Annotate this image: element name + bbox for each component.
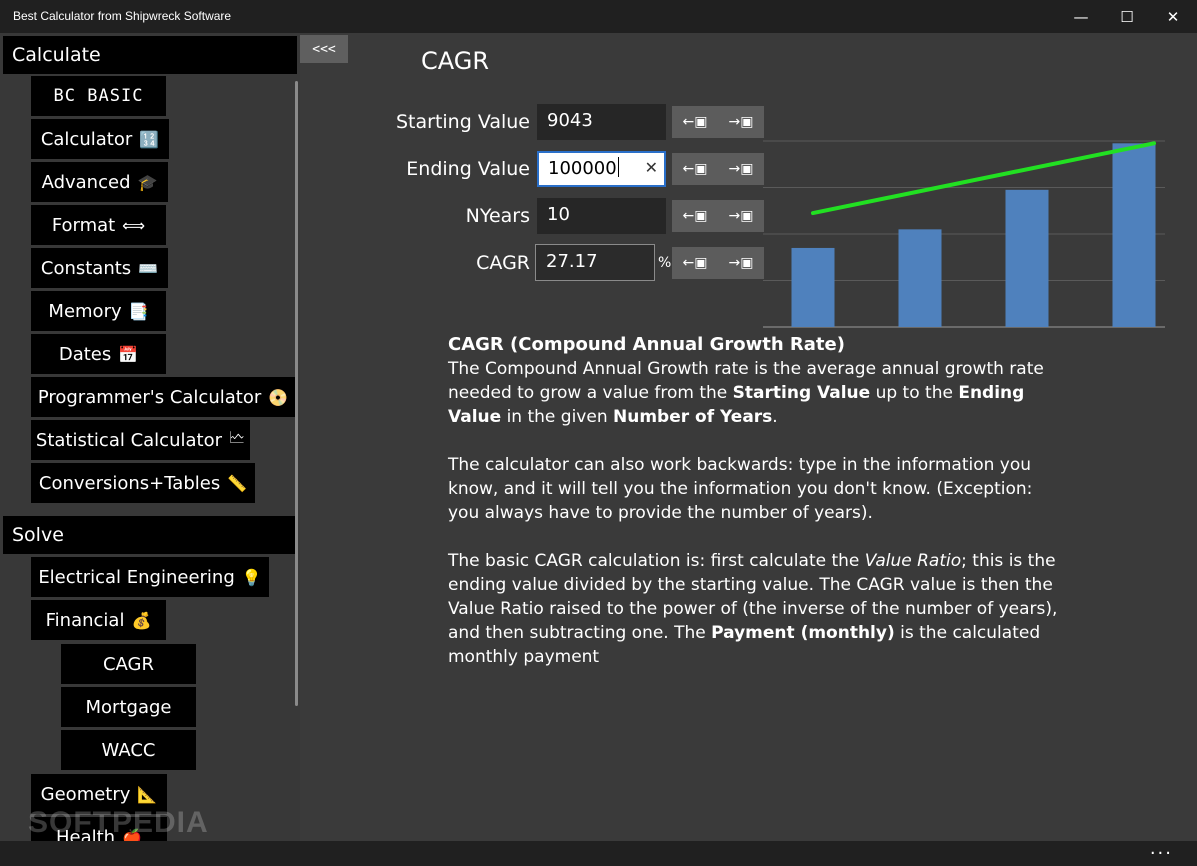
- sidebar-item-label: WACC: [101, 739, 156, 761]
- calculator-icon: 🔢: [139, 129, 160, 149]
- sidebar-item-statistical-calculator[interactable]: Statistical Calculator 🗠: [31, 420, 250, 460]
- sidebar-item-format[interactable]: Format ⟺: [31, 205, 166, 245]
- description-emphasis: Starting Value: [732, 383, 871, 403]
- cagr-move-left-button[interactable]: ←▣: [672, 247, 718, 279]
- light-bulb-icon: 💡: [241, 567, 262, 587]
- graduation-cap-icon: 🎓: [137, 172, 158, 192]
- nyears-move-right-button[interactable]: →▣: [718, 200, 764, 232]
- description-emphasis: Number of Years: [613, 407, 773, 427]
- sidebar-item-label: Format: [51, 214, 116, 236]
- page-title: CAGR: [421, 47, 490, 75]
- sidebar-item-calculator[interactable]: Calculator 🔢: [31, 119, 169, 159]
- sidebar-item-label: Mortgage: [85, 696, 172, 718]
- chart-icon: 🗠: [229, 427, 246, 447]
- description-text: The basic CAGR calculation is: first cal…: [448, 551, 865, 571]
- sidebar-item-bc-basic[interactable]: BC BASIC: [31, 76, 166, 116]
- sidebar-item-mortgage[interactable]: Mortgage: [61, 687, 196, 727]
- sidebar-item-advanced[interactable]: Advanced 🎓: [31, 162, 168, 202]
- sidebar-scrollbar[interactable]: [295, 81, 298, 706]
- ending-value-move-right-button[interactable]: →▣: [718, 153, 764, 185]
- sidebar-item-label: Geometry: [40, 783, 131, 805]
- sidebar-item-label: Advanced: [41, 171, 131, 193]
- softpedia-watermark: SOFTPEDIA: [28, 806, 209, 839]
- sidebar-item-wacc[interactable]: WACC: [61, 730, 196, 770]
- sidebar-item-label: BC BASIC: [53, 86, 144, 106]
- chart-bar: [898, 229, 942, 327]
- sidebar-item-label: Financial: [45, 609, 125, 631]
- sidebar-item-memory[interactable]: Memory 📑: [31, 291, 166, 331]
- growth-chart: [763, 140, 1165, 328]
- ending-value-move-left-button[interactable]: ←▣: [672, 153, 718, 185]
- sidebar-item-label: CAGR: [102, 653, 155, 675]
- clear-icon[interactable]: ✕: [645, 158, 658, 177]
- calendar-icon: 📅: [118, 344, 139, 364]
- sidebar: Calculate BC BASIC Calculator 🔢 Advanced…: [0, 33, 300, 841]
- money-bag-icon: 💰: [131, 610, 152, 630]
- maximize-button[interactable]: ☐: [1104, 0, 1150, 33]
- sidebar-item-label: Electrical Engineering: [38, 566, 235, 588]
- bookmark-tabs-icon: 📑: [128, 301, 149, 321]
- ending-value-text: 100000: [548, 158, 617, 179]
- starting-value-move-left-button[interactable]: ←▣: [672, 106, 718, 138]
- sidebar-item-label: Statistical Calculator: [35, 429, 222, 451]
- description-text: .: [772, 407, 778, 427]
- collapse-sidebar-button[interactable]: <<<: [300, 35, 348, 63]
- sidebar-item-label: Calculator: [40, 128, 133, 150]
- minimize-button[interactable]: —: [1058, 0, 1104, 33]
- cagr-label: CAGR: [476, 252, 530, 274]
- sidebar-item-label: Conversions+Tables: [38, 472, 221, 494]
- starting-value-label: Starting Value: [395, 111, 530, 133]
- text-caret: [617, 157, 619, 177]
- bottom-bar: ···: [0, 841, 1197, 866]
- sidebar-item-conversions-tables[interactable]: Conversions+Tables 📏: [31, 463, 255, 503]
- ending-value-label: Ending Value: [406, 158, 530, 180]
- sidebar-item-label: Memory: [48, 300, 122, 322]
- description-heading: CAGR (Compound Annual Growth Rate): [448, 334, 845, 355]
- description-italic: Value Ratio: [864, 551, 962, 571]
- ruler-icon: 📏: [227, 473, 248, 493]
- trend-line: [811, 141, 1156, 216]
- sidebar-item-programmers-calculator[interactable]: Programmer's Calculator 📀: [31, 377, 295, 417]
- sidebar-item-electrical-engineering[interactable]: Electrical Engineering 💡: [31, 557, 269, 597]
- percent-unit: %: [658, 255, 672, 271]
- chart-bar: [791, 247, 835, 327]
- cagr-move-right-button[interactable]: →▣: [718, 247, 764, 279]
- sidebar-item-label: Programmer's Calculator: [37, 386, 262, 408]
- sidebar-item-label: Constants: [40, 257, 132, 279]
- disc-icon: 📀: [268, 387, 289, 407]
- sidebar-item-label: Dates: [58, 343, 112, 365]
- chart-bar: [1112, 143, 1156, 327]
- triangle-ruler-icon: 📐: [137, 784, 158, 804]
- section-calculate[interactable]: Calculate: [3, 36, 297, 74]
- nyears-move-left-button[interactable]: ←▣: [672, 200, 718, 232]
- sidebar-item-dates[interactable]: Dates 📅: [31, 334, 166, 374]
- nyears-label: NYears: [465, 205, 530, 227]
- double-arrow-icon: ⟺: [122, 215, 146, 235]
- starting-value-field[interactable]: 9043: [537, 104, 666, 140]
- description-text: in the given: [501, 407, 613, 427]
- nyears-field[interactable]: 10: [537, 198, 666, 234]
- title-bar: Best Calculator from Shipwreck Software …: [0, 0, 1197, 33]
- description-text: up to the: [870, 383, 959, 403]
- description-paragraph: The calculator can also work backwards: …: [448, 455, 1033, 523]
- description: CAGR (Compound Annual Growth Rate) The C…: [448, 333, 1058, 693]
- section-solve[interactable]: Solve: [3, 516, 297, 554]
- starting-value-move-right-button[interactable]: →▣: [718, 106, 764, 138]
- sidebar-item-financial[interactable]: Financial 💰: [31, 600, 166, 640]
- sidebar-item-cagr[interactable]: CAGR: [61, 644, 196, 684]
- description-emphasis: Payment (monthly): [711, 623, 895, 643]
- keyboard-icon: ⌨️: [138, 258, 159, 278]
- close-button[interactable]: ✕: [1150, 0, 1196, 33]
- more-options-icon[interactable]: ···: [1150, 843, 1173, 864]
- chart-bar: [1005, 189, 1049, 327]
- sidebar-item-constants[interactable]: Constants ⌨️: [31, 248, 168, 288]
- cagr-field[interactable]: 27.17: [535, 244, 655, 281]
- ending-value-field[interactable]: 100000 ✕: [537, 151, 666, 187]
- window-title: Best Calculator from Shipwreck Software: [13, 9, 232, 23]
